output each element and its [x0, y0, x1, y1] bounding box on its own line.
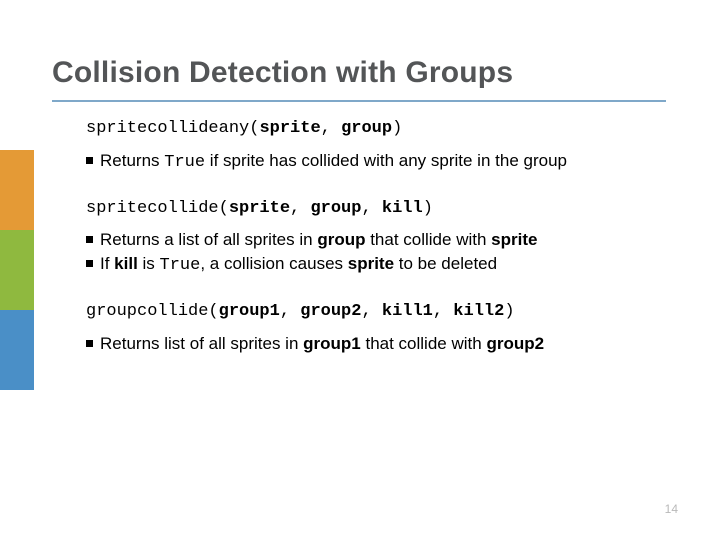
title-underline [52, 100, 666, 102]
slide-content: spritecollideany(sprite, group) Returns … [86, 118, 666, 378]
accent-green [0, 230, 34, 310]
accent-sidebar [0, 150, 34, 390]
slide-title: Collision Detection with Groups [52, 56, 513, 90]
bullets-spritecollide: Returns a list of all sprites in group t… [86, 229, 666, 277]
bullets-spritecollideany: Returns True if sprite has collided with… [86, 150, 666, 174]
bullets-groupcollide: Returns list of all sprites in group1 th… [86, 333, 666, 355]
bullet-item: Returns True if sprite has collided with… [86, 150, 666, 174]
bullet-item: Returns list of all sprites in group1 th… [86, 333, 666, 355]
code-spritecollide: spritecollide(sprite, group, kill) [86, 198, 666, 220]
page-number: 14 [665, 502, 678, 516]
code-spritecollideany: spritecollideany(sprite, group) [86, 118, 666, 140]
bullet-item: Returns a list of all sprites in group t… [86, 229, 666, 251]
accent-orange [0, 150, 34, 230]
code-groupcollide: groupcollide(group1, group2, kill1, kill… [86, 301, 666, 323]
bullet-item: If kill is True, a collision causes spri… [86, 253, 666, 277]
slide: Collision Detection with Groups spriteco… [0, 0, 720, 540]
accent-blue [0, 310, 34, 390]
